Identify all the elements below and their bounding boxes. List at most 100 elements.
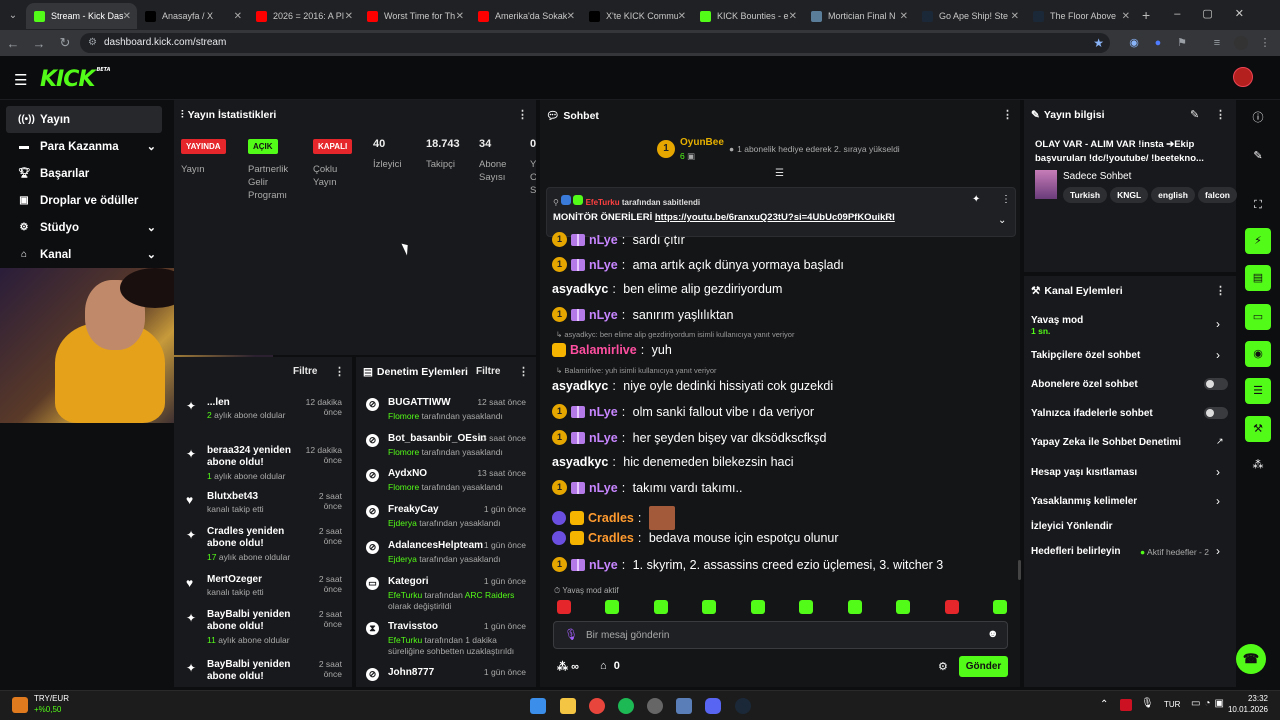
- sidebar-item-yayin[interactable]: ((•)) Yayın: [6, 106, 162, 133]
- new-tab-icon[interactable]: +: [1142, 7, 1150, 23]
- chat-message[interactable]: 1 nLye: her şeyden bişey var dksödkscfkşd: [552, 430, 827, 445]
- clipboard-icon[interactable]: ▤: [1245, 265, 1271, 291]
- emote-only-toggle[interactable]: [1204, 407, 1228, 419]
- chevron-right-icon[interactable]: ›: [1216, 494, 1220, 508]
- bookmark-star-icon[interactable]: ★: [1093, 33, 1104, 53]
- chat-message[interactable]: Cradles:: [552, 506, 675, 530]
- account-age-setting[interactable]: Hesap yaşı kısıtlaması: [1031, 467, 1137, 478]
- emote-button[interactable]: [992, 600, 1007, 614]
- hamburger-icon[interactable]: ☰: [14, 71, 27, 89]
- clock-date[interactable]: 10.01.2026: [1222, 705, 1268, 714]
- browser-tab[interactable]: Anasayfa / X ✕: [137, 3, 248, 29]
- extension-icon[interactable]: ●: [1151, 36, 1165, 50]
- channel-actions-menu-icon[interactable]: ⋮: [1215, 284, 1226, 297]
- points-display[interactable]: ⁂ ∞: [557, 660, 579, 673]
- user-avatar[interactable]: [1233, 67, 1253, 87]
- tab-close-icon[interactable]: ✕: [234, 11, 242, 22]
- category-name[interactable]: Sadece Sohbet: [1063, 171, 1131, 182]
- stream-tag[interactable]: KNGL: [1110, 187, 1149, 203]
- kick-logo[interactable]: KICK BETA: [40, 67, 111, 92]
- emote-button[interactable]: [847, 600, 862, 614]
- emote-button[interactable]: [750, 600, 765, 614]
- clock-time[interactable]: 23:32: [1236, 694, 1268, 703]
- chat-message[interactable]: Cradles: bedava mouse için espotçu olunu…: [552, 531, 839, 545]
- pinned-menu-icon[interactable]: ⋮: [1001, 194, 1011, 205]
- pinned-link[interactable]: https://youtu.be/6ranxuQ23tU?si=4UbUc09P…: [655, 212, 895, 223]
- tab-close-icon[interactable]: ✕: [456, 11, 464, 22]
- chrome-icon[interactable]: [589, 698, 605, 714]
- menu-icon[interactable]: ⋮: [1258, 36, 1272, 50]
- unpin-icon[interactable]: ✦: [972, 194, 980, 205]
- support-icon[interactable]: ☎: [1236, 644, 1266, 674]
- modlog-filter-button[interactable]: Filtre: [476, 366, 500, 377]
- tab-close-icon[interactable]: ✕: [678, 11, 686, 22]
- profile-avatar[interactable]: [1234, 36, 1248, 50]
- tab-close-icon[interactable]: ✕: [567, 11, 575, 22]
- browser-tab[interactable]: Go Ape Ship! Ste ✕: [914, 3, 1025, 29]
- modlog-menu-icon[interactable]: ⋮: [518, 365, 529, 378]
- chat-message[interactable]: asyadkyc: hic denemeden bilekezsin haci: [552, 455, 794, 469]
- ai-moderation-setting[interactable]: Yapay Zeka ile Sohbet Denetimi: [1031, 437, 1181, 448]
- chat-bubble-icon[interactable]: ▭: [1245, 304, 1271, 330]
- stream-tag[interactable]: english: [1151, 187, 1195, 203]
- store-display[interactable]: ⌂ 0: [600, 660, 620, 672]
- expand-icon[interactable]: ⌄: [998, 215, 1006, 226]
- activity-filter-button[interactable]: Filtre: [293, 366, 317, 377]
- chat-settings-icon[interactable]: ⚙: [938, 660, 948, 673]
- browser-tab[interactable]: Stream - Kick Das ✕: [26, 3, 137, 29]
- stream-tag[interactable]: falcon: [1197, 187, 1237, 203]
- steam-icon[interactable]: [735, 698, 751, 714]
- reply-context[interactable]: ↳ Balamirlive: yuh isimli kullanıcıya ya…: [556, 366, 717, 375]
- tab-close-icon[interactable]: ✕: [900, 11, 908, 22]
- tab-search-icon[interactable]: ⌄: [0, 10, 26, 21]
- tab-close-icon[interactable]: ✕: [1122, 11, 1130, 22]
- crop-icon[interactable]: ⛶: [1245, 192, 1271, 218]
- info-icon[interactable]: ⓘ: [1245, 105, 1271, 131]
- banned-words-setting[interactable]: Yasaklanmış kelimeler: [1031, 496, 1137, 507]
- sidebar-item-kanal[interactable]: ⌂ Kanal ⌄: [6, 241, 162, 268]
- stream-tag[interactable]: Turkish: [1063, 187, 1108, 203]
- send-button[interactable]: Gönder: [959, 656, 1008, 677]
- chat-message[interactable]: 1 nLye: ama artık açık dünya yormaya başl…: [552, 257, 844, 272]
- sidebar-item-droplar[interactable]: ▣ Droplar ve ödüller: [6, 187, 162, 214]
- activity-menu-icon[interactable]: ⋮: [334, 365, 345, 378]
- media-icon[interactable]: ≡: [1210, 36, 1224, 50]
- collapse-icon[interactable]: ☰: [775, 168, 784, 179]
- sidebar-item-basarilar[interactable]: 🏆︎ Başarılar: [6, 160, 162, 187]
- puzzle-icon[interactable]: ⚑: [1175, 36, 1189, 50]
- reload-icon[interactable]: ↻: [52, 35, 78, 51]
- discord-icon[interactable]: [705, 698, 721, 714]
- chat-message[interactable]: 1 nLye: sanırım yaşlılıktan: [552, 307, 733, 322]
- chat-menu-icon[interactable]: ⋮: [1002, 108, 1013, 121]
- extension-icon[interactable]: ◉: [1127, 36, 1141, 50]
- browser-tab[interactable]: Worst Time for Th ✕: [359, 3, 470, 29]
- emote-button[interactable]: [702, 600, 717, 614]
- sidebar-item-para-kazanma[interactable]: ▬ Para Kazanma ⌄: [6, 133, 162, 160]
- chevron-right-icon[interactable]: ›: [1216, 544, 1220, 558]
- lightning-icon[interactable]: ⚡︎: [1245, 228, 1271, 254]
- browser-tab[interactable]: 2026 = 2016: A Pl ✕: [248, 3, 359, 29]
- emoji-icon[interactable]: ☻: [987, 628, 999, 640]
- url-input[interactable]: ⚙ dashboard.kick.com/stream ★: [80, 33, 1110, 53]
- explorer-icon[interactable]: [560, 698, 576, 714]
- subs-only-toggle[interactable]: [1204, 378, 1228, 390]
- chat-message[interactable]: asyadkyc: niye oyle dedinki hissiyati co…: [552, 379, 833, 393]
- slow-mode-setting[interactable]: Yavaş mod 1 sn.: [1031, 315, 1083, 336]
- forward-icon[interactable]: →: [26, 36, 52, 51]
- reply-context[interactable]: ↳ asyadkyc: ben elime alip gezdiriyordum…: [556, 330, 794, 339]
- browser-tab[interactable]: X'te KICK Commu ✕: [581, 3, 692, 29]
- chat-message[interactable]: 1 nLye: olm sanki fallout vibe ı da veriy…: [552, 404, 814, 419]
- stream-info-menu-icon[interactable]: ⋮: [1215, 108, 1226, 121]
- chevron-right-icon[interactable]: ›: [1216, 317, 1220, 331]
- tray-app-icon[interactable]: [1120, 699, 1132, 711]
- chat-input[interactable]: 🎙︎ Bir mesaj gönderin ☻: [553, 621, 1008, 649]
- emote-button[interactable]: [557, 600, 571, 614]
- tab-close-icon[interactable]: ✕: [123, 11, 131, 22]
- obs-icon[interactable]: [647, 698, 663, 714]
- chat-message[interactable]: Balamirlive: yuh: [552, 343, 672, 357]
- start-icon[interactable]: [530, 698, 546, 714]
- broadcast-rail-icon[interactable]: ◉: [1245, 341, 1271, 367]
- tab-close-icon[interactable]: ✕: [345, 11, 353, 22]
- chat-scrollbar[interactable]: [1018, 560, 1021, 580]
- browser-tab[interactable]: KICK Bounties - e ✕: [692, 3, 803, 29]
